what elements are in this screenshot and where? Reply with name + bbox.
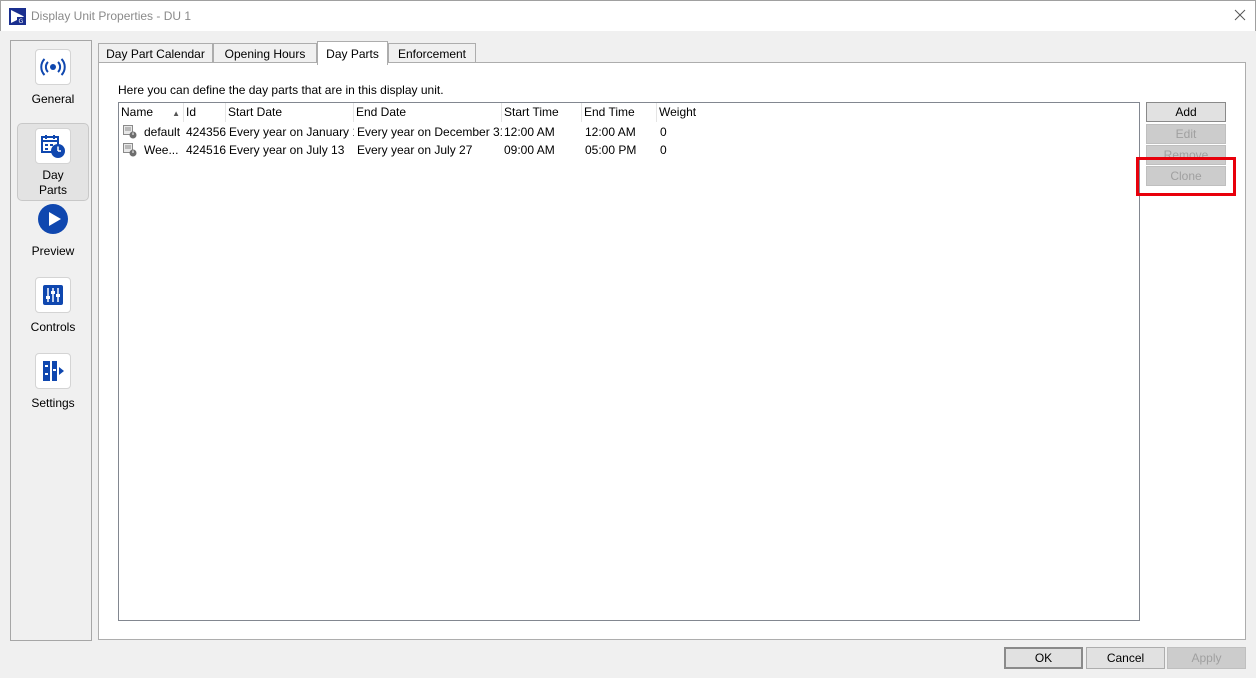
cell-id: 424516	[186, 143, 226, 157]
table-row[interactable]: default 424356 Every year on January 1 E…	[119, 123, 1139, 141]
app-logo-icon: G	[9, 8, 26, 25]
cell-start-date: Every year on July 13	[229, 143, 345, 157]
left-navigation: General Day Parts Preview Controls Setti…	[10, 40, 92, 641]
nav-item-preview[interactable]: Preview	[17, 201, 89, 259]
cell-end-date: Every year on December 31	[357, 125, 502, 139]
edit-button[interactable]: Edit	[1146, 124, 1226, 144]
nav-label-settings: Settings	[31, 396, 75, 410]
cell-start-time: 12:00 AM	[504, 125, 555, 139]
window-title: Display Unit Properties - DU 1	[31, 9, 192, 23]
column-header-start-date[interactable]: Start Date	[226, 103, 354, 122]
column-label: Id	[186, 105, 197, 119]
cancel-button[interactable]: Cancel	[1086, 647, 1165, 669]
nav-item-settings[interactable]: Settings	[17, 353, 89, 411]
column-header-start-time[interactable]: Start Time	[502, 103, 582, 122]
day-part-icon	[123, 125, 137, 139]
nav-item-controls[interactable]: Controls	[17, 277, 89, 335]
settings-panel-icon	[35, 353, 71, 389]
cell-start-time: 09:00 AM	[504, 143, 555, 157]
add-button-label: Add	[1175, 105, 1197, 119]
panel-description: Here you can define the day parts that a…	[118, 83, 444, 97]
day-parts-list[interactable]: Name ▲ Id Start Date End Date Start Time…	[118, 102, 1140, 621]
cell-end-time: 05:00 PM	[585, 143, 637, 157]
column-label: Name	[121, 105, 154, 119]
cell-name: default	[144, 125, 181, 139]
play-icon	[35, 201, 71, 237]
column-label: End Time	[584, 105, 635, 119]
close-icon	[1234, 9, 1246, 24]
tab-enforcement[interactable]: Enforcement	[388, 43, 476, 64]
cell-weight: 0	[660, 125, 667, 139]
edit-button-label: Edit	[1175, 127, 1197, 141]
list-header: Name ▲ Id Start Date End Date Start Time…	[119, 103, 1139, 122]
nav-label-controls: Controls	[30, 320, 76, 334]
tab-opening-hours[interactable]: Opening Hours	[213, 43, 317, 64]
tab-label: Day Parts	[326, 46, 379, 61]
cell-weight: 0	[660, 143, 667, 157]
tab-label: Day Part Calendar	[106, 47, 205, 61]
add-button[interactable]: Add	[1146, 102, 1226, 122]
column-header-end-date[interactable]: End Date	[354, 103, 502, 122]
column-label: End Date	[356, 105, 407, 119]
broadcast-icon	[35, 49, 71, 85]
ok-button[interactable]: OK	[1004, 647, 1083, 669]
cancel-button-label: Cancel	[1106, 651, 1145, 665]
tab-day-parts[interactable]: Day Parts	[317, 41, 388, 65]
nav-item-general[interactable]: General	[17, 49, 89, 107]
nav-label-day-parts: Day Parts	[38, 168, 67, 197]
calendar-clock-icon	[35, 128, 71, 164]
column-header-end-time[interactable]: End Time	[582, 103, 657, 122]
apply-button[interactable]: Apply	[1167, 647, 1246, 669]
cell-name: Wee...	[144, 143, 179, 157]
tab-label: Enforcement	[397, 47, 467, 61]
nav-label-general: General	[31, 92, 75, 106]
cell-end-time: 12:00 AM	[585, 125, 636, 139]
day-part-icon	[123, 143, 137, 157]
title-bar: G Display Unit Properties - DU 1	[0, 0, 1256, 31]
column-label: Start Time	[504, 105, 559, 119]
nav-label-preview: Preview	[31, 244, 75, 258]
apply-button-label: Apply	[1191, 651, 1222, 665]
cell-end-date: Every year on July 27	[357, 143, 473, 157]
column-header-name[interactable]: Name ▲	[119, 103, 184, 122]
ok-button-label: OK	[1034, 651, 1053, 665]
close-button[interactable]	[1227, 5, 1253, 27]
tab-day-part-calendar[interactable]: Day Part Calendar	[98, 43, 213, 64]
sort-ascending-icon: ▲	[172, 109, 180, 118]
column-header-weight[interactable]: Weight	[657, 103, 1139, 122]
clone-highlight-box	[1136, 157, 1236, 196]
column-label: Weight	[659, 105, 697, 119]
cell-start-date: Every year on January 1	[229, 125, 354, 139]
table-row[interactable]: Wee... 424516 Every year on July 13 Ever…	[119, 141, 1139, 159]
tab-label: Opening Hours	[224, 47, 306, 61]
cell-id: 424356	[186, 125, 226, 139]
sliders-icon	[35, 277, 71, 313]
column-label: Start Date	[228, 105, 283, 119]
svg-text:G: G	[19, 18, 24, 25]
nav-item-day-parts[interactable]: Day Parts	[17, 123, 89, 201]
column-header-id[interactable]: Id	[184, 103, 226, 122]
